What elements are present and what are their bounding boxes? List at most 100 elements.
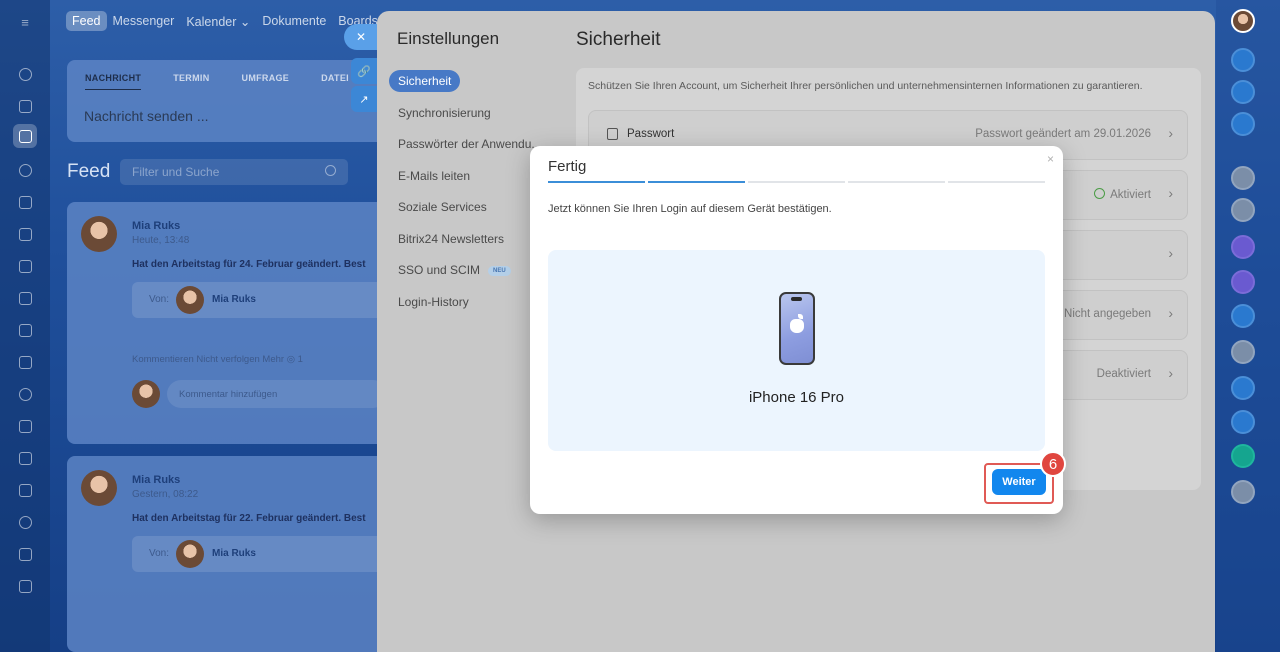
close-slider-button[interactable]: ✕ bbox=[344, 24, 378, 50]
check-circle-icon bbox=[1094, 188, 1106, 199]
automation-icon[interactable] bbox=[13, 414, 37, 438]
progress-step bbox=[648, 181, 745, 183]
nav-calendar[interactable]: Kalender ⌄ bbox=[180, 11, 256, 32]
top-navigation: Feed Messenger Kalender ⌄ Dokumente Boar… bbox=[66, 10, 384, 32]
menu-item-social-services[interactable]: Soziale Services bbox=[389, 196, 550, 218]
tasks-icon[interactable] bbox=[13, 222, 37, 246]
open-new-window-button[interactable]: ↗ bbox=[351, 86, 377, 112]
menu-item-sync[interactable]: Synchronisierung bbox=[389, 102, 550, 124]
bookmark-icon[interactable] bbox=[1231, 410, 1255, 434]
avatar[interactable] bbox=[1231, 9, 1255, 33]
device-card: iPhone 16 Pro bbox=[548, 250, 1045, 451]
link-icon: 🔗 bbox=[357, 65, 371, 78]
contact-avatar[interactable] bbox=[1231, 340, 1255, 364]
feed-search-input[interactable]: Filter und Suche bbox=[120, 159, 348, 185]
settings-title: Einstellungen bbox=[397, 29, 500, 48]
post-actions[interactable]: Kommentieren Nicht verfolgen Mehr ◎ 1 bbox=[132, 354, 303, 365]
nav-feed[interactable]: Feed bbox=[66, 11, 107, 31]
search-chat-icon[interactable] bbox=[1231, 112, 1255, 136]
dialog-message: Jetzt können Sie Ihren Login auf diesem … bbox=[548, 203, 832, 215]
comment-input[interactable]: Kommentar hinzufügen bbox=[167, 380, 387, 408]
apple-logo-icon bbox=[790, 314, 804, 334]
tab-file[interactable]: DATEI bbox=[321, 73, 349, 90]
iphone-icon bbox=[779, 292, 815, 365]
external-link-icon: ↗ bbox=[359, 93, 369, 106]
notes-icon[interactable] bbox=[1231, 444, 1255, 468]
chevron-down-icon: ⌄ bbox=[239, 14, 251, 29]
row-status: Deaktiviert bbox=[1096, 368, 1151, 380]
menu-item-mail-forward[interactable]: E-Mails leiten bbox=[389, 165, 550, 187]
copilot-chat-icon[interactable] bbox=[1231, 235, 1255, 259]
feed-post: Mia Ruks Heute, 13:48 Hat den Arbeitstag… bbox=[67, 202, 387, 444]
chevron-right-icon: › bbox=[1168, 125, 1173, 141]
step-number-badge: 6 bbox=[1040, 451, 1066, 477]
left-sidebar: ≡ bbox=[0, 0, 50, 652]
boards-icon[interactable] bbox=[13, 286, 37, 310]
contact-avatar[interactable] bbox=[1231, 166, 1255, 190]
notifications-icon[interactable] bbox=[1231, 48, 1255, 72]
post-author[interactable]: Mia Ruks bbox=[132, 220, 180, 232]
calendar-icon[interactable] bbox=[13, 190, 37, 214]
nav-documents[interactable]: Dokumente bbox=[256, 11, 332, 31]
feed-post: Mia Ruks Gestern, 08:22 Hat den Arbeitst… bbox=[67, 456, 387, 652]
menu-item-security[interactable]: Sicherheit bbox=[389, 70, 461, 92]
post-from-box: Von: Mia Ruks bbox=[132, 536, 387, 572]
post-time: Heute, 13:48 bbox=[132, 235, 190, 246]
from-label: Von: bbox=[149, 294, 170, 305]
row-status: Passwort geändert am 29.01.2026 bbox=[975, 128, 1151, 140]
menu-item-sso[interactable]: SSO und SCIM NEU bbox=[389, 259, 550, 281]
menu-item-newsletters[interactable]: Bitrix24 Newsletters bbox=[389, 228, 550, 250]
chat-icon[interactable] bbox=[1231, 304, 1255, 328]
nav-messenger[interactable]: Messenger bbox=[107, 11, 181, 31]
documents-icon[interactable] bbox=[13, 254, 37, 278]
device-name: iPhone 16 Pro bbox=[748, 389, 845, 406]
copilot-chat-icon[interactable] bbox=[1231, 270, 1255, 294]
post-text: Hat den Arbeitstag für 22. Februar geänd… bbox=[132, 513, 366, 524]
chevron-right-icon: › bbox=[1168, 365, 1173, 381]
contact-avatar[interactable] bbox=[1231, 480, 1255, 504]
chat-icon[interactable] bbox=[13, 94, 37, 118]
progress-step bbox=[748, 181, 845, 183]
activity-icon[interactable] bbox=[13, 62, 37, 86]
security-description: Schützen Sie Ihren Account, um Sicherhei… bbox=[588, 80, 1143, 92]
from-label: Von: bbox=[149, 548, 170, 559]
copilot-icon[interactable] bbox=[1231, 80, 1255, 104]
post-author[interactable]: Mia Ruks bbox=[132, 474, 180, 486]
message-input[interactable]: Nachricht senden ... bbox=[84, 108, 209, 124]
feed-title: Feed bbox=[67, 161, 111, 182]
row-label: Passwort bbox=[627, 128, 675, 140]
employees-icon[interactable] bbox=[13, 382, 37, 406]
row-status: Aktiviert bbox=[1094, 188, 1151, 201]
from-name[interactable]: Mia Ruks bbox=[212, 294, 256, 305]
next-button[interactable]: Weiter bbox=[992, 469, 1046, 495]
menu-item-sso-label: SSO und SCIM bbox=[398, 263, 481, 277]
copy-link-button[interactable]: 🔗 bbox=[351, 58, 377, 84]
row-status-text: Aktiviert bbox=[1110, 189, 1151, 201]
shop-icon[interactable] bbox=[13, 542, 37, 566]
close-icon[interactable]: × bbox=[1047, 152, 1054, 166]
search-icon bbox=[325, 165, 336, 176]
post-time: Gestern, 08:22 bbox=[132, 489, 199, 500]
analytics-icon[interactable] bbox=[13, 510, 37, 534]
menu-item-app-passwords[interactable]: Passwörter der Anwendu... bbox=[389, 133, 550, 155]
tab-message[interactable]: NACHRICHT bbox=[85, 73, 142, 90]
settings-menu: Sicherheit Synchronisierung Passwörter d… bbox=[389, 70, 550, 322]
bot-icon[interactable] bbox=[1231, 376, 1255, 400]
dialog-title: Fertig bbox=[548, 158, 587, 175]
menu-icon[interactable]: ≡ bbox=[13, 10, 37, 34]
from-name[interactable]: Mia Ruks bbox=[212, 548, 256, 559]
apps-icon[interactable] bbox=[13, 574, 37, 598]
search-placeholder: Filter und Suche bbox=[132, 165, 220, 179]
row-status: Nicht angegeben bbox=[1064, 308, 1151, 320]
menu-item-login-history[interactable]: Login-History bbox=[389, 291, 550, 313]
crm-icon[interactable] bbox=[13, 318, 37, 342]
feed-icon[interactable] bbox=[13, 124, 37, 148]
contact-avatar[interactable] bbox=[1231, 198, 1255, 222]
store-icon[interactable] bbox=[13, 478, 37, 502]
tab-poll[interactable]: UMFRAGE bbox=[242, 73, 290, 90]
mail-icon[interactable] bbox=[13, 350, 37, 374]
groups-icon[interactable] bbox=[13, 158, 37, 182]
post-from-box: Von: Mia Ruks bbox=[132, 282, 387, 318]
sites-icon[interactable] bbox=[13, 446, 37, 470]
tab-event[interactable]: TERMIN bbox=[173, 73, 209, 90]
